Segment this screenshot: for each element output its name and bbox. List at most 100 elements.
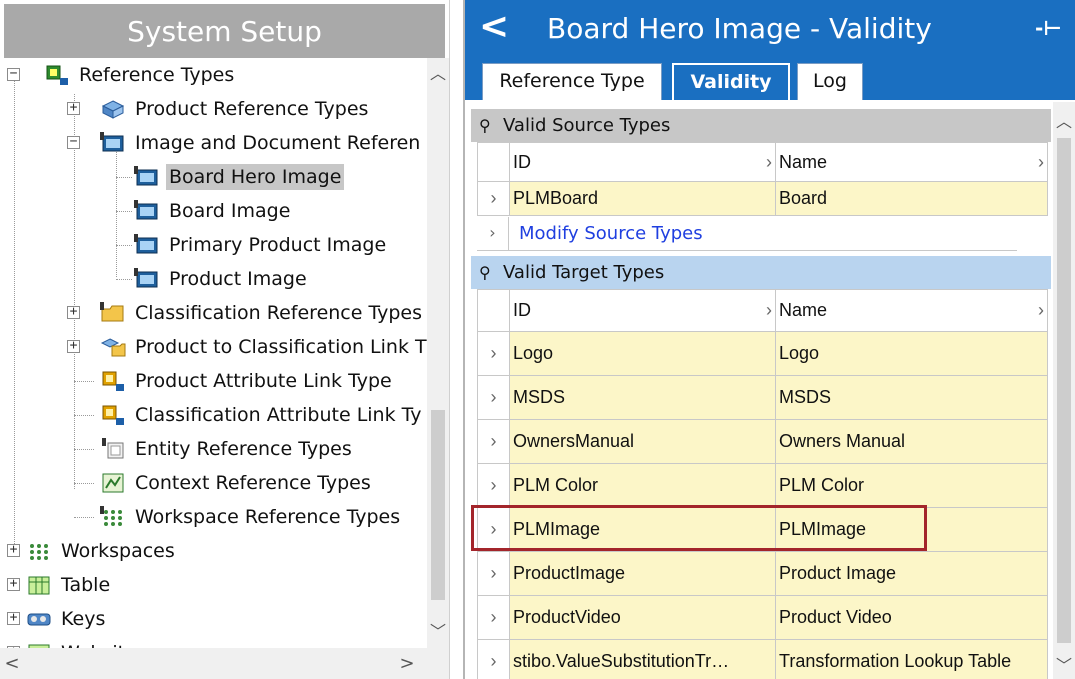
context-reference-icon	[100, 472, 126, 494]
scroll-right-icon[interactable]: >	[395, 648, 419, 679]
workspaces-icon	[26, 540, 52, 562]
row-expand-icon[interactable]: ›	[477, 551, 510, 596]
image-reference-icon	[134, 234, 160, 256]
tree-item-product-classification-link[interactable]: + Product to Classification Link T	[0, 330, 427, 364]
tree-item-board-hero-image[interactable]: Board Hero Image	[0, 160, 345, 194]
tree-vertical-scrollbar[interactable]: ︿ ﹀	[427, 58, 449, 648]
column-name[interactable]: Name ›	[775, 142, 1048, 182]
entity-reference-icon	[100, 438, 126, 460]
tree-item-table[interactable]: + Table	[0, 568, 113, 602]
panel-splitter[interactable]	[449, 0, 465, 679]
row-expand-icon[interactable]: ›	[477, 507, 510, 552]
table-row[interactable]: › Logo Logo	[477, 331, 1048, 376]
tree-item-entity-reference-types[interactable]: Entity Reference Types	[0, 432, 355, 466]
row-expand-icon[interactable]: ›	[477, 217, 509, 251]
scroll-thumb[interactable]	[431, 410, 445, 600]
tab-log[interactable]: Log	[797, 63, 863, 100]
scroll-up-icon[interactable]: ︿	[1053, 108, 1075, 132]
table-row-plmimage[interactable]: › PLMImage PLMImage	[477, 507, 1048, 552]
table-header-row: ID › Name ›	[477, 142, 1048, 182]
source-types-table: ID › Name › › PLMBoard Board	[477, 142, 1048, 216]
image-folder-icon	[100, 132, 126, 154]
expand-icon[interactable]: +	[67, 339, 80, 353]
product-reference-icon	[100, 98, 126, 120]
pin-icon[interactable]: -⊢	[1035, 16, 1062, 40]
tree-line	[116, 177, 132, 178]
table-row[interactable]: › PLM Color PLM Color	[477, 463, 1048, 508]
chevron-right-icon: ›	[766, 151, 772, 172]
column-id[interactable]: ID ›	[509, 289, 776, 332]
reference-types-icon	[44, 64, 70, 86]
expand-icon[interactable]: +	[67, 305, 80, 319]
chevron-right-icon: ›	[1038, 151, 1044, 172]
tree-line	[74, 483, 94, 484]
system-setup-title: System Setup	[4, 4, 445, 58]
table-row[interactable]: › stibo.ValueSubstitutionTr… Transformat…	[477, 639, 1048, 679]
row-expand-icon[interactable]: ›	[477, 419, 510, 464]
table-row[interactable]: › MSDS MSDS	[477, 375, 1048, 420]
scroll-down-icon[interactable]: ﹀	[1053, 652, 1075, 676]
tab-validity[interactable]: Validity	[672, 63, 790, 100]
tree-line	[74, 381, 94, 382]
table-icon	[26, 574, 52, 596]
tree-line	[74, 415, 94, 416]
collapse-icon[interactable]: −	[67, 135, 80, 149]
row-expand-icon[interactable]: ›	[477, 463, 510, 508]
tree-line	[116, 279, 132, 280]
classification-folder-icon	[100, 302, 126, 324]
scroll-down-icon[interactable]: ﹀	[427, 618, 449, 642]
tree-item-context-reference-types[interactable]: Context Reference Types	[0, 466, 374, 500]
validity-content: ⚲ Valid Source Types ID › Name › › PLMBoar…	[471, 102, 1055, 679]
tree-item-board-image[interactable]: Board Image	[0, 194, 293, 228]
tree-item-classification-attribute-link[interactable]: Classification Attribute Link Ty	[0, 398, 425, 432]
expand-icon[interactable]: +	[67, 101, 80, 115]
row-expand-icon[interactable]: ›	[477, 639, 510, 679]
tree-item-image-document-reference[interactable]: − Image and Document Referen	[0, 126, 423, 160]
table-row[interactable]: › ProductVideo Product Video	[477, 595, 1048, 640]
scroll-left-icon[interactable]: <	[0, 648, 24, 679]
tree-line	[116, 211, 132, 212]
row-expand-icon[interactable]: ›	[477, 595, 510, 640]
tree-item-product-image[interactable]: Product Image	[0, 262, 310, 296]
tree-line	[74, 449, 94, 450]
scroll-up-icon[interactable]: ︿	[427, 60, 449, 84]
row-expand-icon[interactable]: ›	[477, 375, 510, 420]
tree-item-websites[interactable]: + Websites	[0, 636, 150, 648]
target-types-heading: Valid Target Types	[503, 262, 665, 283]
tree-item-workspace-reference-types[interactable]: Workspace Reference Types	[0, 500, 403, 534]
tree-item-product-reference-types[interactable]: + Product Reference Types	[0, 92, 371, 126]
attribute-link-icon	[100, 370, 126, 392]
workspace-reference-icon	[100, 506, 126, 528]
column-name[interactable]: Name ›	[775, 289, 1048, 332]
chevron-right-icon: ›	[1038, 300, 1044, 320]
tree-item-reference-types[interactable]: − Reference Types	[0, 58, 237, 92]
content-vertical-scrollbar[interactable]: ︿ ﹀	[1053, 102, 1075, 679]
tree-item-product-attribute-link[interactable]: Product Attribute Link Type	[0, 364, 395, 398]
column-id[interactable]: ID ›	[509, 142, 776, 182]
expand-icon[interactable]: +	[7, 611, 20, 625]
collapse-icon[interactable]: −	[7, 67, 20, 81]
row-expand-icon[interactable]: ›	[477, 181, 510, 216]
table-row[interactable]: › OwnersManual Owners Manual	[477, 419, 1048, 464]
pushpin-icon[interactable]: ⚲	[479, 256, 491, 289]
source-types-heading: Valid Source Types	[503, 115, 671, 136]
scroll-thumb[interactable]	[1057, 138, 1071, 643]
tree-line	[116, 245, 132, 246]
tab-reference-type[interactable]: Reference Type	[482, 63, 662, 100]
pushpin-icon[interactable]: ⚲	[479, 109, 491, 142]
tree-item-workspaces[interactable]: + Workspaces	[0, 534, 178, 568]
image-reference-icon	[134, 166, 160, 188]
modify-source-types-link[interactable]: Modify Source Types	[519, 217, 703, 251]
row-expand-icon[interactable]: ›	[477, 331, 510, 376]
tree-item-keys[interactable]: + Keys	[0, 602, 108, 636]
back-icon[interactable]: <	[479, 6, 509, 47]
expand-icon[interactable]: +	[7, 577, 20, 591]
table-row[interactable]: › PLMBoard Board	[477, 181, 1048, 216]
tree-item-classification-reference-types[interactable]: + Classification Reference Types	[0, 296, 425, 330]
editor-title: Board Hero Image - Validity	[547, 12, 932, 45]
tree-horizontal-scrollbar[interactable]: < >	[0, 648, 449, 679]
expand-icon[interactable]: +	[7, 543, 20, 557]
image-reference-icon	[134, 268, 160, 290]
tree-item-primary-product-image[interactable]: Primary Product Image	[0, 228, 389, 262]
table-row[interactable]: › ProductImage Product Image	[477, 551, 1048, 596]
